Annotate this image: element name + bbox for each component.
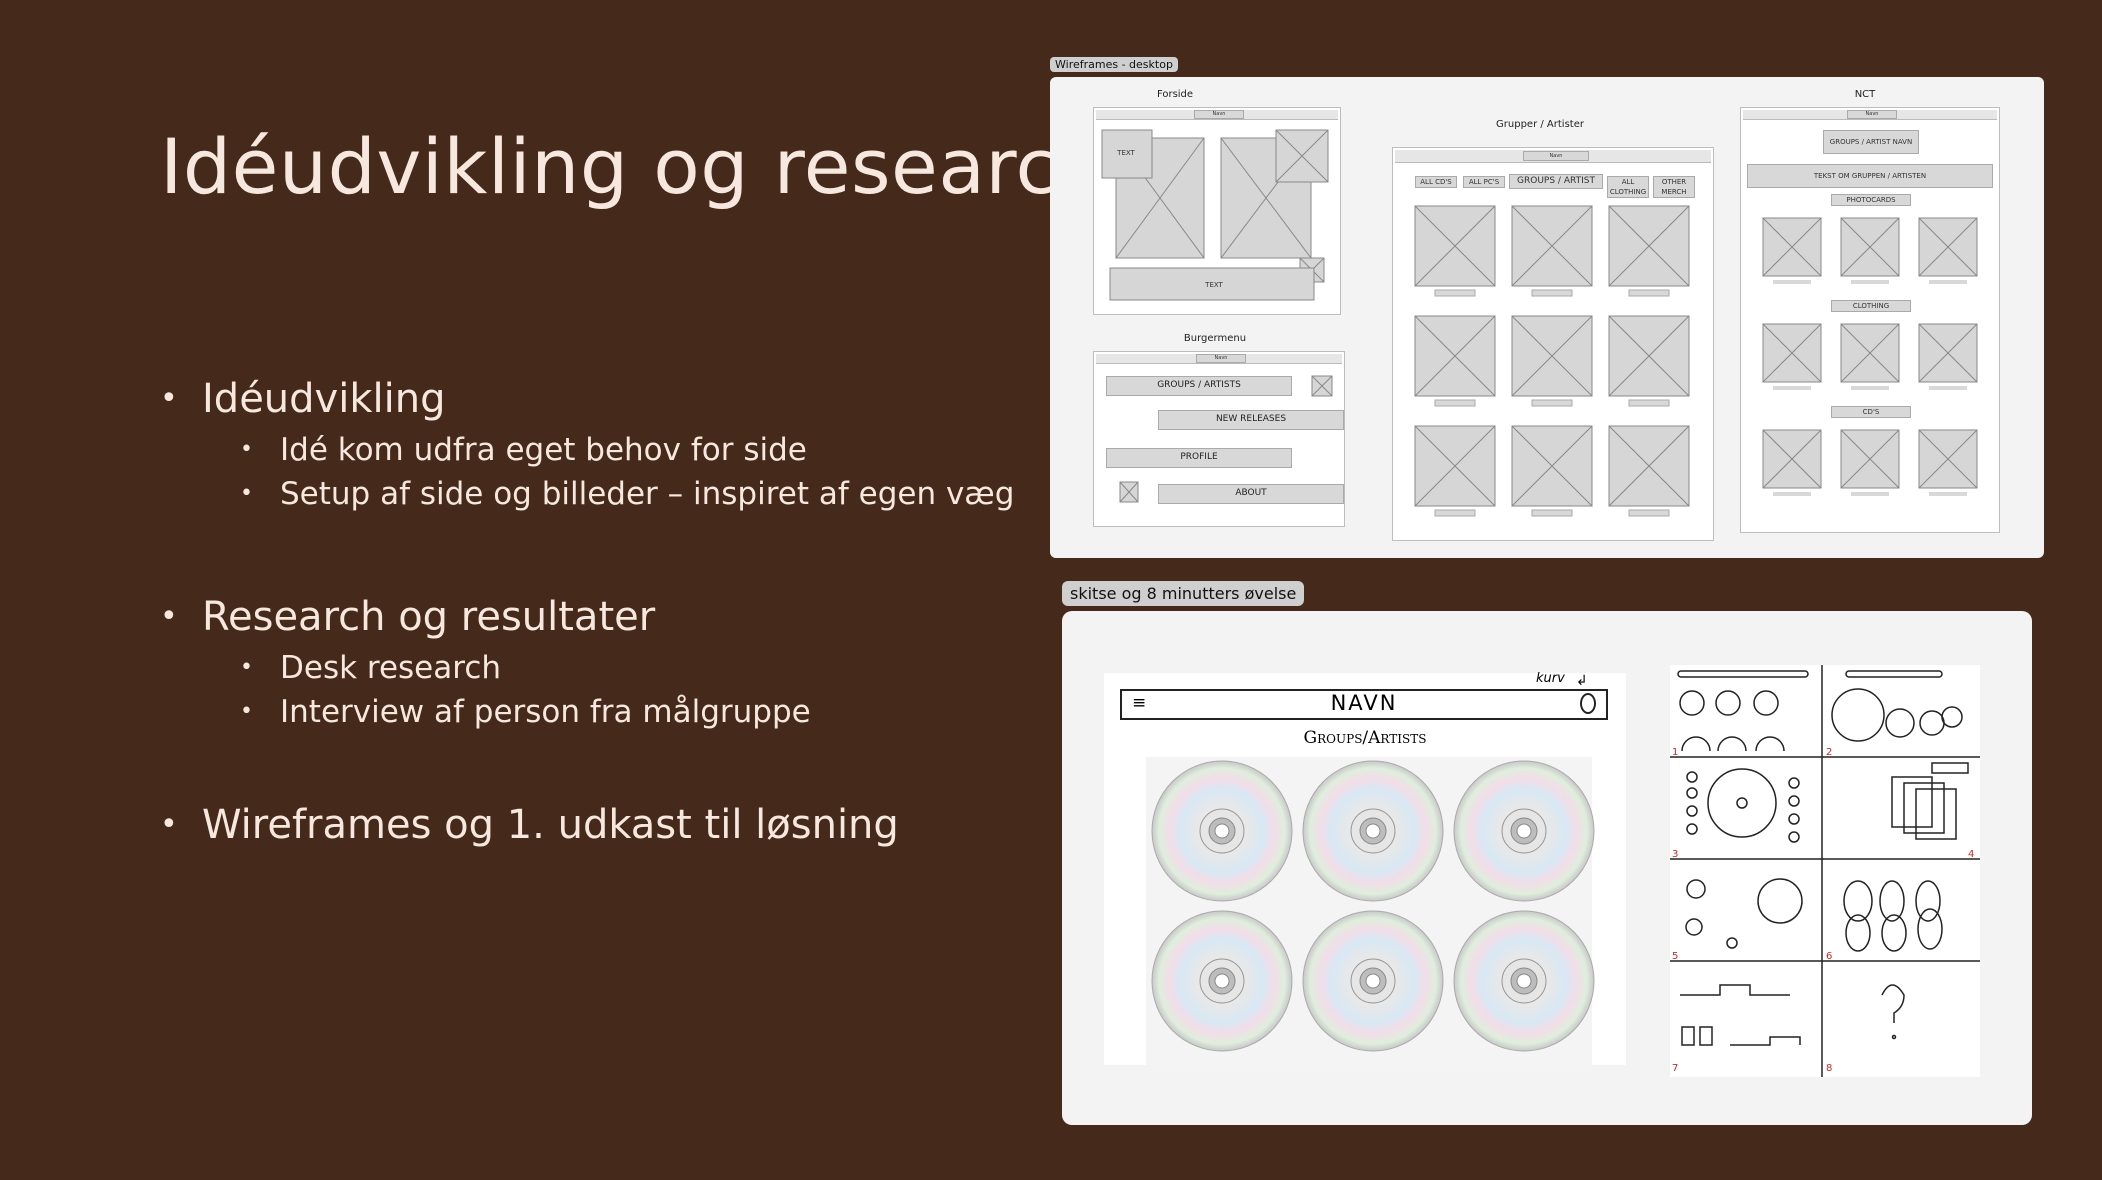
artist-image-placeholder [1511,205,1593,287]
product-image-placeholder [1762,217,1822,277]
svg-text:3: 3 [1672,849,1678,860]
bullet-list: Idéudvikling Idé kom udfra eget behov fo… [160,370,1014,854]
product-image-placeholder [1840,323,1900,383]
sub-bullet: Desk research [160,646,1014,690]
product-label [1929,492,1967,496]
artist-image-placeholder [1511,315,1593,397]
nct-frame: Navn GROUPS / ARTIST NAVN TEKST OM GRUPP… [1740,107,2000,533]
bullet-ideudvikling: Idéudvikling [160,370,1014,428]
bullet-research: Research og resultater [160,588,1014,646]
product-image-placeholder [1840,217,1900,277]
product-image-placeholder [1918,217,1978,277]
product-image-placeholder [1762,323,1822,383]
bullet-wireframes: Wireframes og 1. udkast til løsning [160,796,1014,854]
menu-profile[interactable]: PROFILE [1106,448,1292,468]
menu-groups-artists[interactable]: GROUPS / ARTISTS [1106,376,1292,396]
frame-title-grupper: Grupper / Artister [1496,119,1584,130]
product-label [1851,492,1889,496]
cd-icon[interactable] [1453,760,1595,902]
sketch-label: skitse og 8 minutters øvelse [1062,581,1305,606]
menu-new-releases[interactable]: NEW RELEASES [1158,410,1344,430]
product-label [1773,280,1811,284]
cd-grid [1146,757,1595,1065]
forside-frame: Navn TEXT TEXT [1093,107,1341,315]
sketch-mockup: ≡ NAVN kurv ↲ Groups/Artists [1104,671,1626,1065]
product-image-placeholder [1918,323,1978,383]
product-image-placeholder [1918,429,1978,489]
artist-name-label [1434,289,1476,297]
artist-name-label [1628,509,1670,517]
product-label [1851,280,1889,284]
svg-text:5: 5 [1672,951,1678,962]
artist-grid [1414,205,1690,517]
product-label [1851,386,1889,390]
artist-image-placeholder [1511,425,1593,507]
sub-bullet: Interview af person fra målgruppe [160,690,1014,734]
sub-bullet: Idé kom udfra eget behov for side [160,428,1014,472]
svg-text:1: 1 [1672,747,1678,758]
product-label [1773,492,1811,496]
product-label [1773,386,1811,390]
frame-title-nct: NCT [1854,89,1876,100]
cd-icon[interactable] [1302,910,1444,1052]
cd-icon[interactable] [1302,760,1444,902]
artist-image-placeholder [1414,425,1496,507]
nct-product-grid [1762,217,1978,496]
slide-title: Idéudvikling og research [160,122,1107,211]
artist-image-placeholder [1608,205,1690,287]
artist-name-label [1434,509,1476,517]
artist-image-placeholder [1608,315,1690,397]
artist-name-label [1628,289,1670,297]
eight-minute-exercise: 1 2 3 4 5 6 7 8 [1670,665,1980,1077]
artist-name-label [1531,399,1573,407]
product-image-placeholder [1840,429,1900,489]
artist-name-label [1434,399,1476,407]
svg-text:6: 6 [1826,951,1832,962]
burgermenu-frame: Navn GROUPS / ARTISTS NEW RELEASES PROFI… [1093,351,1345,527]
cd-icon[interactable] [1151,910,1293,1052]
grupper-frame: Navn ALL CD'S ALL PC'S GROUPS / ARTIST A… [1392,147,1714,541]
sub-bullet: Setup af side og billeder – inspiret af … [160,472,1014,516]
artist-name-label [1531,509,1573,517]
frame-title-forside: Forside [1156,89,1194,100]
artist-name-label [1531,289,1573,297]
wireframes-label: Wireframes - desktop [1050,57,1178,72]
svg-text:7: 7 [1672,1063,1678,1074]
svg-text:2: 2 [1826,747,1832,758]
cd-icon[interactable] [1453,910,1595,1052]
artist-image-placeholder [1414,205,1496,287]
product-label [1929,386,1967,390]
artist-image-placeholder [1608,425,1690,507]
menu-about[interactable]: ABOUT [1158,484,1344,504]
product-image-placeholder [1762,429,1822,489]
svg-text:8: 8 [1826,1063,1832,1074]
artist-image-placeholder [1414,315,1496,397]
product-label [1929,280,1967,284]
wireframes-panel: Forside Navn TEXT TEXT Burgermenu Navn G… [1050,77,2044,558]
frame-title-burgermenu: Burgermenu [1183,333,1247,344]
svg-text:4: 4 [1968,849,1974,860]
cd-icon[interactable] [1151,760,1293,902]
artist-name-label [1628,399,1670,407]
sketch-panel: ≡ NAVN kurv ↲ Groups/Artists 1 2 3 4 5 6… [1062,611,2032,1125]
